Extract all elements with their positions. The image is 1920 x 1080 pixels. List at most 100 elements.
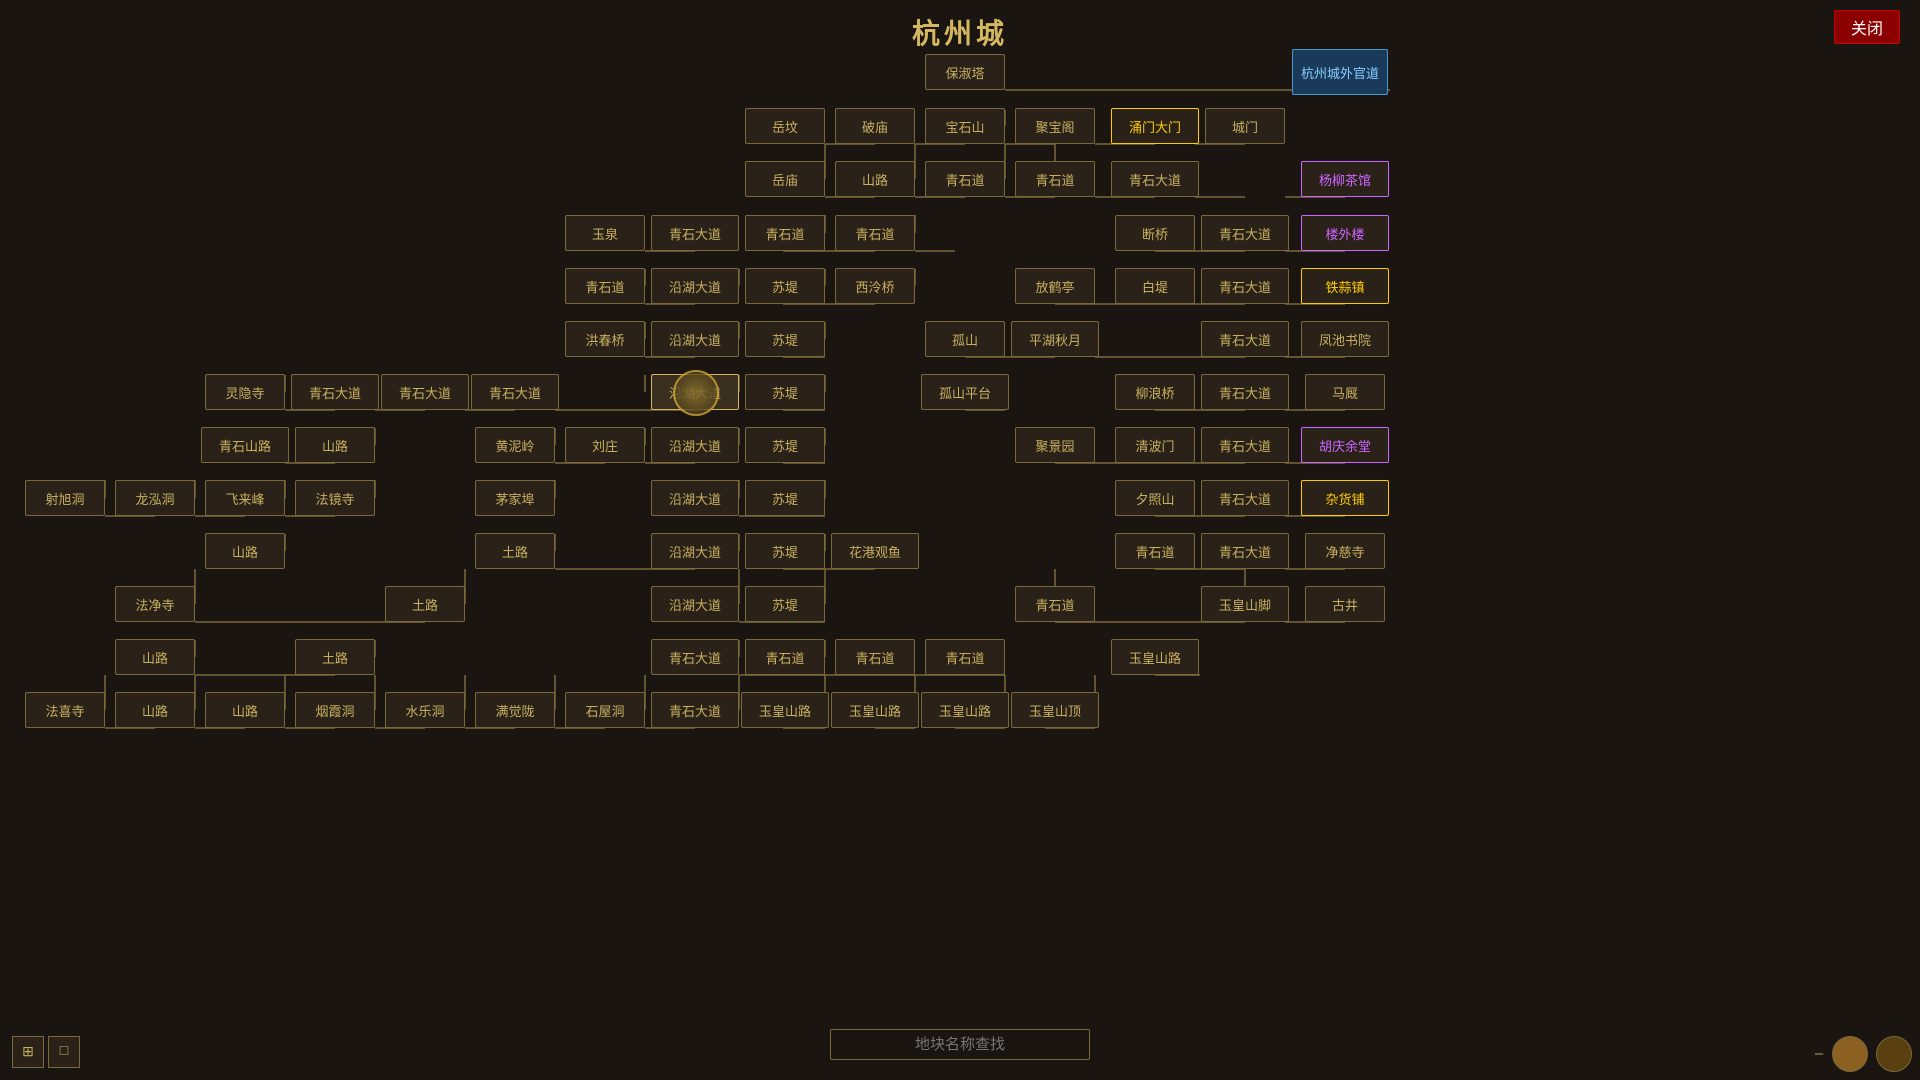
icon-grid[interactable]: ⊞ (12, 1036, 44, 1068)
node-qingshidao11[interactable]: 青石道 (925, 639, 1005, 675)
node-feilaifeng[interactable]: 飞来峰 (205, 480, 285, 516)
node-jujingyuan[interactable]: 聚景园 (1015, 427, 1095, 463)
node-sudi4[interactable]: 苏堤 (745, 427, 825, 463)
node-qingshidadao13[interactable]: 青石大道 (651, 692, 739, 728)
node-qingshidadao2[interactable]: 青石大道 (1201, 215, 1289, 251)
node-yuemiao[interactable]: 岳庙 (745, 161, 825, 197)
node-sudi2[interactable]: 苏堤 (745, 321, 825, 357)
node-qingshidao3[interactable]: 青石大道 (1111, 161, 1199, 197)
node-mafang[interactable]: 马厩 (1305, 374, 1385, 410)
node-duanqiao[interactable]: 断桥 (1115, 215, 1195, 251)
node-yanhuludadao1[interactable]: 沿湖大道 (651, 268, 739, 304)
node-qingshishanlu[interactable]: 青石山路 (201, 427, 289, 463)
node-yuhuangshanlu4[interactable]: 玉皇山路 (921, 692, 1009, 728)
node-yongmendamen[interactable]: 涌门大门 (1111, 108, 1199, 144)
node-yuquan[interactable]: 玉泉 (565, 215, 645, 251)
node-liulangqiao[interactable]: 柳浪桥 (1115, 374, 1195, 410)
node-sudi7[interactable]: 苏堤 (745, 586, 825, 622)
node-louwailou[interactable]: 楼外楼 (1301, 215, 1389, 251)
node-shexudong[interactable]: 射旭洞 (25, 480, 105, 516)
node-shanlu6[interactable]: 山路 (205, 692, 285, 728)
node-lingyin[interactable]: 灵隐寺 (205, 374, 285, 410)
node-qingshidadao10[interactable]: 青石大道 (1201, 480, 1289, 516)
node-xizhaoshan[interactable]: 夕照山 (1115, 480, 1195, 516)
node-pinghuqiuyue[interactable]: 平湖秋月 (1011, 321, 1099, 357)
node-shanlu2[interactable]: 山路 (295, 427, 375, 463)
node-qingshidao7[interactable]: 青石道 (1115, 533, 1195, 569)
node-jubaoige[interactable]: 聚宝阁 (1015, 108, 1095, 144)
node-yuhuangshanlv[interactable]: 玉皇山路 (1111, 639, 1199, 675)
node-gujing[interactable]: 古井 (1305, 586, 1385, 622)
node-sudi1[interactable]: 苏堤 (745, 268, 825, 304)
node-chengmen[interactable]: 城门 (1205, 108, 1285, 144)
node-sudi5[interactable]: 苏堤 (745, 480, 825, 516)
node-fahisi[interactable]: 法喜寺 (25, 692, 105, 728)
node-manjueyuan[interactable]: 满觉陇 (475, 692, 555, 728)
node-huangniling[interactable]: 黄泥岭 (475, 427, 555, 463)
node-qingshidao1[interactable]: 青石道 (925, 161, 1005, 197)
node-sudi6[interactable]: 苏堤 (745, 533, 825, 569)
node-maojiakeng[interactable]: 茅家埠 (475, 480, 555, 516)
node-qingshidadao11[interactable]: 青石大道 (1201, 533, 1289, 569)
node-qingshidao4[interactable]: 青石道 (745, 215, 825, 251)
node-sudi3[interactable]: 苏堤 (745, 374, 825, 410)
node-yanhuludadao3[interactable]: 沿湖大道 (651, 374, 739, 410)
node-tulu2[interactable]: 土路 (385, 586, 465, 622)
node-shanlu4[interactable]: 山路 (115, 639, 195, 675)
node-yuhuangshanji[interactable]: 玉皇山脚 (1201, 586, 1289, 622)
node-yuhuangshanlu3[interactable]: 玉皇山路 (831, 692, 919, 728)
node-qingshidao10[interactable]: 青石道 (835, 639, 915, 675)
node-shuiledong[interactable]: 水乐洞 (385, 692, 465, 728)
node-qingshidadao6[interactable]: 青石大道 (381, 374, 469, 410)
node-zahuo[interactable]: 杂货铺 (1301, 480, 1389, 516)
node-yanhuludadao2[interactable]: 沿湖大道 (651, 321, 739, 357)
node-baidi[interactable]: 白堤 (1115, 268, 1195, 304)
node-tiesuanzhen[interactable]: 铁蒜镇 (1301, 268, 1389, 304)
node-yangliucha[interactable]: 杨柳茶馆 (1301, 161, 1389, 197)
node-baosuta[interactable]: 保淑塔 (925, 54, 1005, 90)
node-yuhuangshanding[interactable]: 玉皇山顶 (1011, 692, 1099, 728)
node-qingshidadao4[interactable]: 青石大道 (1201, 321, 1289, 357)
node-qingshidao8[interactable]: 青石道 (1015, 586, 1095, 622)
close-button[interactable]: 关闭 (1834, 10, 1900, 44)
node-gushanplatform[interactable]: 孤山平台 (921, 374, 1009, 410)
node-yuefen[interactable]: 岳坟 (745, 108, 825, 144)
node-qingshidao2[interactable]: 青石道 (1015, 161, 1095, 197)
node-qingshidadao7[interactable]: 青石大道 (471, 374, 559, 410)
node-qingshidao5[interactable]: 青石道 (835, 215, 915, 251)
zoom-out[interactable]: − (1814, 1044, 1824, 1065)
node-qingshidadao5[interactable]: 青石大道 (291, 374, 379, 410)
icon-box2[interactable]: □ (48, 1036, 80, 1068)
node-shanlu1[interactable]: 山路 (835, 161, 915, 197)
node-yanhuludadao7[interactable]: 沿湖大道 (651, 586, 739, 622)
node-liuzhuang[interactable]: 刘庄 (565, 427, 645, 463)
node-huqingyutang[interactable]: 胡庆余堂 (1301, 427, 1389, 463)
node-xilengqiao[interactable]: 西泠桥 (835, 268, 915, 304)
node-qingbomen[interactable]: 清波门 (1115, 427, 1195, 463)
node-qingshidao6[interactable]: 青石道 (565, 268, 645, 304)
node-fanghetang[interactable]: 放鹤亭 (1015, 268, 1095, 304)
node-qingshidadao9[interactable]: 青石大道 (1201, 427, 1289, 463)
node-yanhuludadao6[interactable]: 沿湖大道 (651, 533, 739, 569)
node-hangzhouwaiguandao[interactable]: 杭州城外官道 (1292, 49, 1388, 95)
node-baoshishan[interactable]: 宝石山 (925, 108, 1005, 144)
node-shanlu5[interactable]: 山路 (115, 692, 195, 728)
node-yanxiadong[interactable]: 烟霞洞 (295, 692, 375, 728)
node-gushan[interactable]: 孤山 (925, 321, 1005, 357)
node-tulu3[interactable]: 土路 (295, 639, 375, 675)
node-fajingsi[interactable]: 法镜寺 (295, 480, 375, 516)
node-yuhuangshanlu2[interactable]: 玉皇山路 (741, 692, 829, 728)
node-huagangguanyu[interactable]: 花港观鱼 (831, 533, 919, 569)
node-qingshidadao8[interactable]: 青石大道 (1201, 374, 1289, 410)
node-pomiao[interactable]: 破庙 (835, 108, 915, 144)
node-fengchishuyuan[interactable]: 凤池书院 (1301, 321, 1389, 357)
search-input[interactable] (830, 1029, 1090, 1060)
node-shifangdong[interactable]: 石屋洞 (565, 692, 645, 728)
node-jingcisi[interactable]: 净慈寺 (1305, 533, 1385, 569)
node-yanhuludadao5[interactable]: 沿湖大道 (651, 480, 739, 516)
node-qingshidadao1[interactable]: 青石大道 (651, 215, 739, 251)
node-yanhuludadao4[interactable]: 沿湖大道 (651, 427, 739, 463)
node-qingshidadao12[interactable]: 青石大道 (651, 639, 739, 675)
node-shanlu3[interactable]: 山路 (205, 533, 285, 569)
node-longhongdong[interactable]: 龙泓洞 (115, 480, 195, 516)
